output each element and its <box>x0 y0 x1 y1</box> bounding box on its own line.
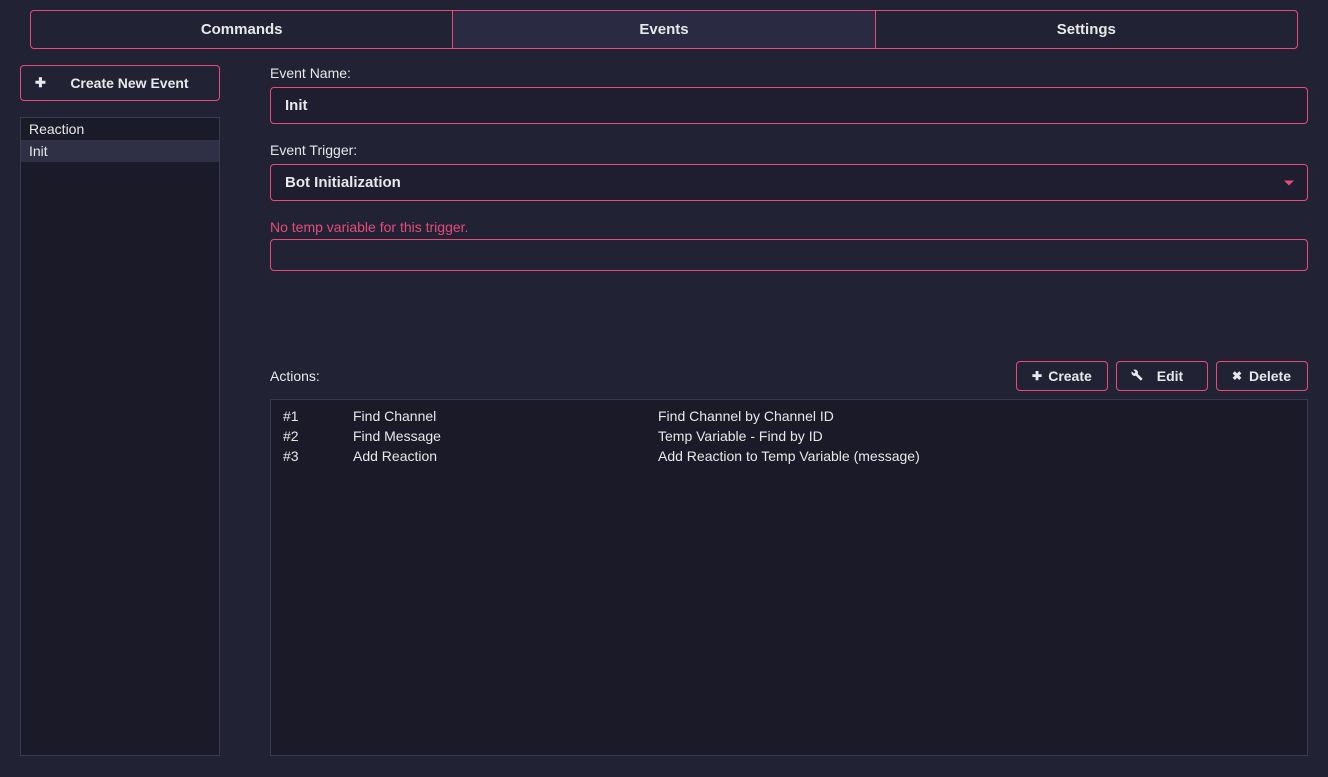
event-list-item[interactable]: Init <box>21 140 219 162</box>
sidebar: ✚ Create New Event Reaction Init <box>20 65 220 756</box>
plus-icon: ✚ <box>1029 369 1045 383</box>
create-event-label: Create New Event <box>46 75 205 91</box>
actions-list[interactable]: #1 Find Channel Find Channel by Channel … <box>270 399 1308 756</box>
temp-var-warning: No temp variable for this trigger. <box>270 219 1308 235</box>
content-panel: Event Name: Event Trigger: Bot Initializ… <box>270 65 1308 756</box>
edit-action-button[interactable]: Edit <box>1116 361 1208 391</box>
action-row[interactable]: #1 Find Channel Find Channel by Channel … <box>271 406 1307 426</box>
action-row[interactable]: #2 Find Message Temp Variable - Find by … <box>271 426 1307 446</box>
action-name: Find Channel <box>353 408 658 424</box>
plus-icon: ✚ <box>35 75 46 91</box>
event-list-item[interactable]: Reaction <box>21 118 219 140</box>
create-event-button[interactable]: ✚ Create New Event <box>20 65 220 101</box>
action-number: #2 <box>283 428 353 444</box>
action-number: #3 <box>283 448 353 464</box>
event-name-label: Event Name: <box>270 65 1308 81</box>
create-action-label: Create <box>1045 368 1095 384</box>
main-area: ✚ Create New Event Reaction Init Event N… <box>0 49 1328 776</box>
tab-settings[interactable]: Settings <box>875 10 1298 49</box>
event-trigger-select[interactable]: Bot Initialization <box>270 164 1308 201</box>
close-icon: ✖ <box>1229 369 1245 383</box>
event-trigger-select-wrap: Bot Initialization <box>270 164 1308 201</box>
event-name-input[interactable] <box>270 87 1308 124</box>
actions-header: Actions: ✚ Create Edit ✖ Delete <box>270 361 1308 391</box>
temp-var-input <box>270 239 1308 271</box>
event-list[interactable]: Reaction Init <box>20 117 220 756</box>
action-row[interactable]: #3 Add Reaction Add Reaction to Temp Var… <box>271 446 1307 466</box>
tab-commands[interactable]: Commands <box>30 10 453 49</box>
wrench-icon <box>1129 369 1145 384</box>
create-action-button[interactable]: ✚ Create <box>1016 361 1108 391</box>
event-trigger-label: Event Trigger: <box>270 142 1308 158</box>
actions-label: Actions: <box>270 368 320 384</box>
action-name: Add Reaction <box>353 448 658 464</box>
delete-action-label: Delete <box>1245 368 1295 384</box>
delete-action-button[interactable]: ✖ Delete <box>1216 361 1308 391</box>
actions-button-group: ✚ Create Edit ✖ Delete <box>1016 361 1308 391</box>
action-description: Find Channel by Channel ID <box>658 408 1295 424</box>
main-tabs: Commands Events Settings <box>0 0 1328 49</box>
action-name: Find Message <box>353 428 658 444</box>
action-description: Add Reaction to Temp Variable (message) <box>658 448 1295 464</box>
tab-events[interactable]: Events <box>452 10 875 49</box>
action-description: Temp Variable - Find by ID <box>658 428 1295 444</box>
action-number: #1 <box>283 408 353 424</box>
edit-action-label: Edit <box>1145 368 1195 384</box>
